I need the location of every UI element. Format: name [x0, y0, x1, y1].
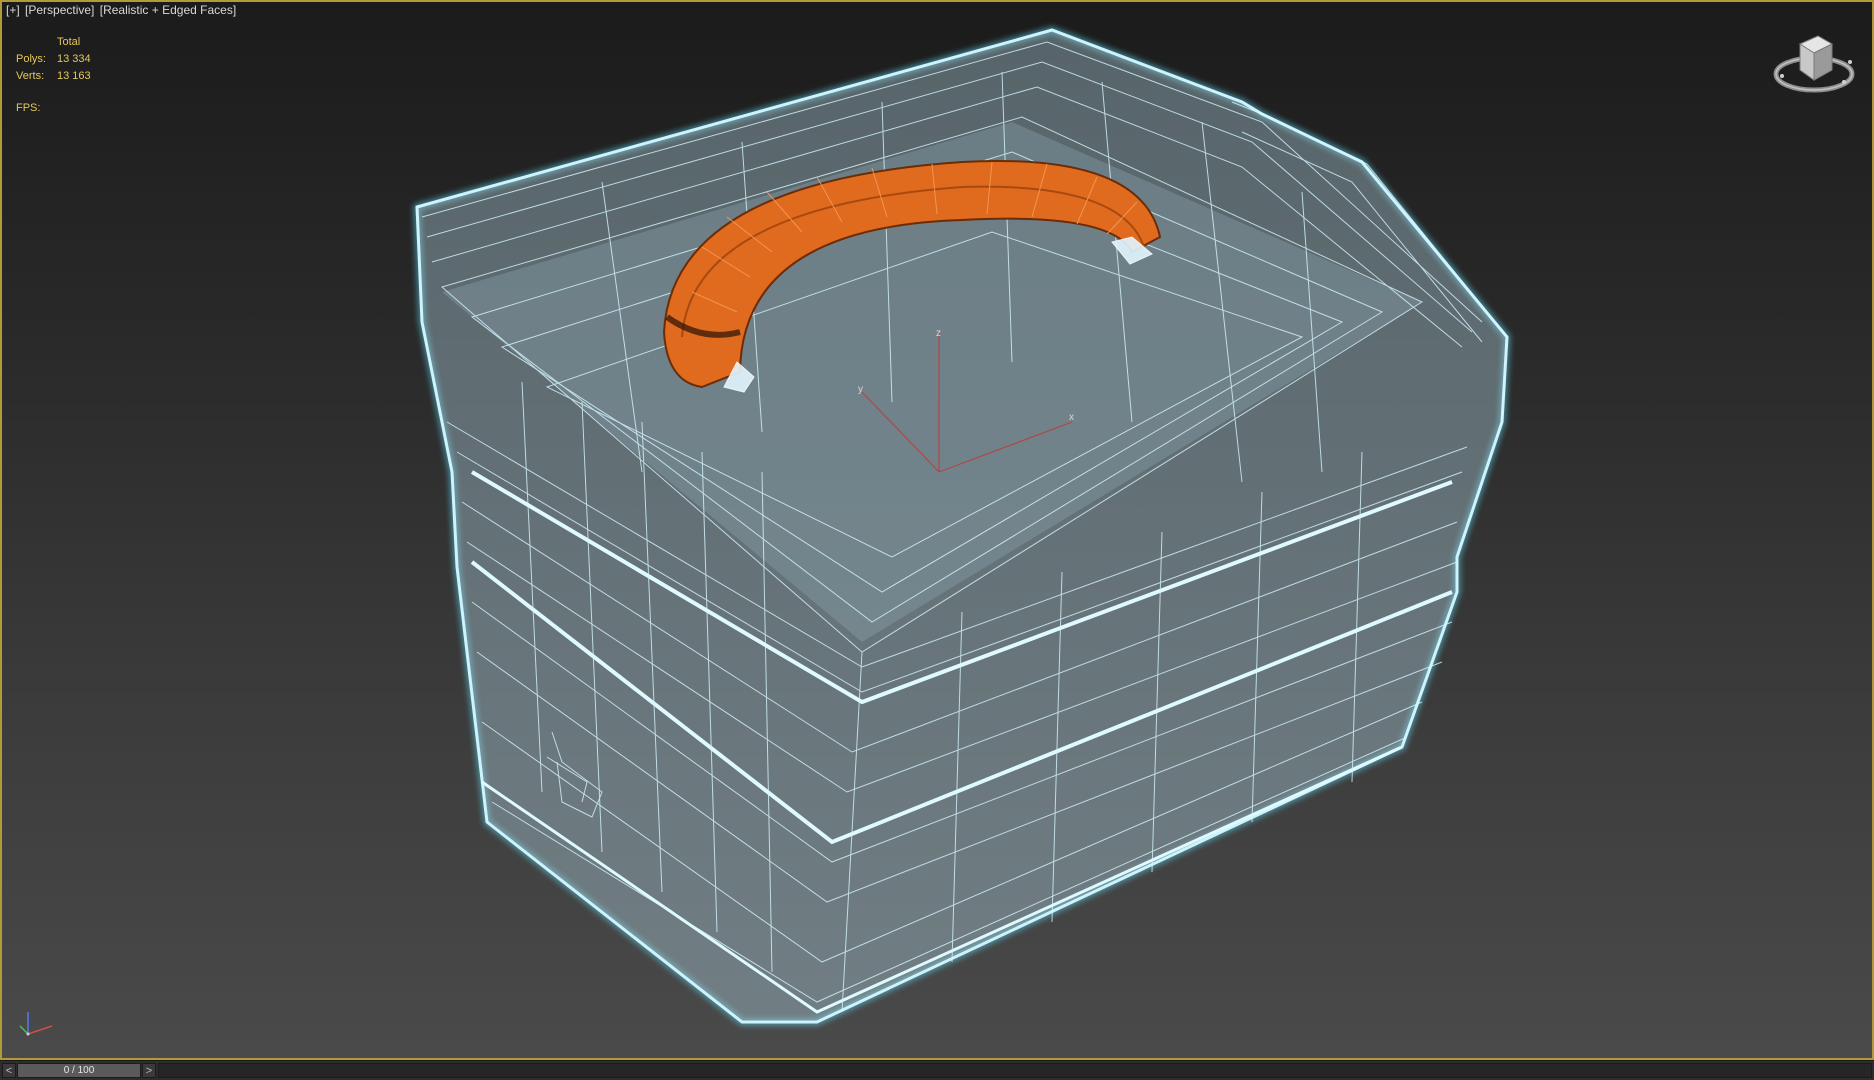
viewport-shading-mode[interactable]: [Realistic + Edged Faces] [100, 3, 236, 17]
next-frame-button[interactable]: > [142, 1063, 156, 1078]
polys-value: 13 334 [57, 53, 91, 65]
gizmo-x-label: x [1069, 412, 1074, 423]
time-slider-thumb[interactable]: 0 / 100 [17, 1063, 141, 1078]
max-app: z x y [+] [Perspective] [Realistic + Edg… [0, 0, 1874, 1080]
statistics-overlay: Total Polys: 13 334 Verts: 13 163 FPS: [16, 34, 91, 117]
gizmo-z-label: z [936, 328, 941, 339]
viewport-view-type[interactable]: [Perspective] [25, 3, 94, 17]
viewcube-icon[interactable] [1770, 26, 1860, 100]
model-scene[interactable]: z x y [2, 2, 1874, 1060]
gizmo-y-label: y [858, 384, 863, 395]
world-axis-tripod-icon [19, 1012, 53, 1036]
perspective-viewport[interactable]: z x y [+] [Perspective] [Realistic + Edg… [0, 0, 1874, 1060]
timeline-track[interactable] [158, 1063, 1872, 1078]
verts-label: Verts: [16, 70, 45, 82]
polys-label: Polys: [16, 53, 46, 65]
time-slider-bar: < 0 / 100 > [0, 1060, 1874, 1080]
viewport-menu-plus[interactable]: [+] [6, 3, 20, 17]
fps-label: FPS: [16, 102, 41, 114]
stats-polys-row: Polys: 13 334 [16, 51, 91, 68]
previous-frame-button[interactable]: < [2, 1063, 16, 1078]
stats-header: Total [57, 36, 81, 48]
viewport-label[interactable]: [+] [Perspective] [Realistic + Edged Fac… [6, 3, 238, 17]
stats-verts-row: Verts: 13 163 [16, 68, 91, 85]
verts-value: 13 163 [57, 70, 91, 82]
